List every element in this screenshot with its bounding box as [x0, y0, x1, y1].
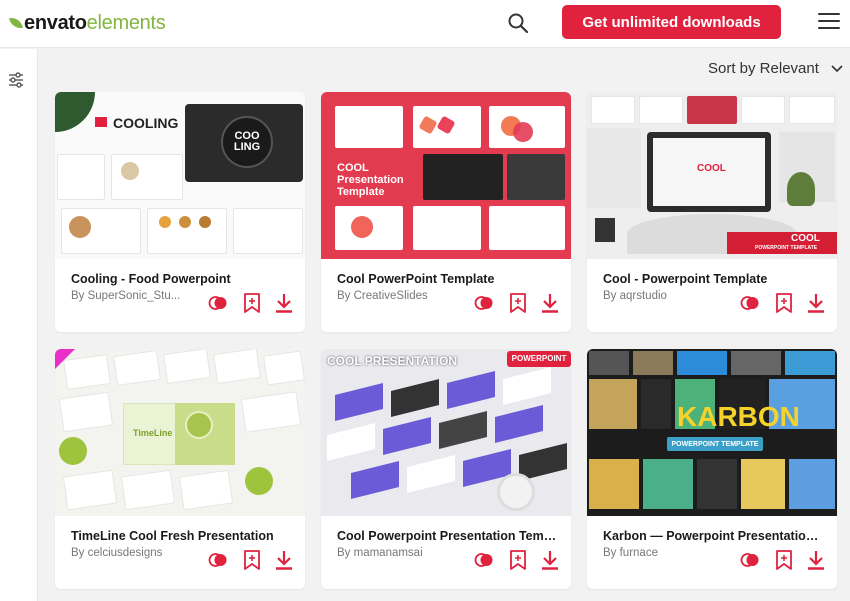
- item-card[interactable]: TimeLine TimeLine Cool Fresh Presentatio…: [55, 349, 305, 589]
- item-author[interactable]: By SuperSonic_Stu...: [71, 290, 199, 302]
- item-author[interactable]: By celciusdesigns: [71, 547, 199, 559]
- bookmark-add-icon[interactable]: [241, 549, 263, 571]
- item-actions: [207, 292, 297, 316]
- search-icon[interactable]: [506, 11, 530, 35]
- bookmark-add-icon[interactable]: [241, 292, 263, 314]
- thumbnail-badge: POWERPOINT: [511, 354, 567, 363]
- download-icon[interactable]: [805, 292, 827, 314]
- item-title[interactable]: Cool - Powerpoint Template: [603, 272, 823, 286]
- item-card[interactable]: COOLING COO LING Cooling - Food Powerpoi…: [55, 92, 305, 332]
- item-author[interactable]: By mamanamsai: [337, 547, 465, 559]
- item-actions: [473, 549, 563, 573]
- leaf-icon: [9, 16, 23, 30]
- chevron-down-icon: [831, 65, 843, 73]
- item-card[interactable]: COOL PRESENTATION POWERPOINT Cool Powerp…: [321, 349, 571, 589]
- collection-icon[interactable]: [207, 549, 229, 571]
- item-title[interactable]: TimeLine Cool Fresh Presentation: [71, 529, 291, 543]
- thumbnail-title: COOL PRESENTATION: [327, 354, 458, 368]
- item-thumbnail[interactable]: TimeLine: [55, 349, 305, 516]
- thumbnail-title: TimeLine: [133, 428, 173, 438]
- bookmark-add-icon[interactable]: [773, 549, 795, 571]
- item-title[interactable]: Karbon — Powerpoint Presentation T...: [603, 529, 823, 543]
- item-thumbnail[interactable]: COOL PRESENTATION POWERPOINT: [321, 349, 571, 516]
- filter-sidebar: [0, 49, 38, 601]
- thumbnail-title: KARBON: [677, 401, 800, 432]
- item-actions: [207, 549, 297, 573]
- collection-icon[interactable]: [739, 292, 761, 314]
- top-header: envatoelements Get unlimited downloads: [0, 0, 850, 48]
- item-title[interactable]: Cooling - Food Powerpoint: [71, 272, 291, 286]
- thumbnail-subtitle: POWERPOINT TEMPLATE: [755, 245, 818, 251]
- item-actions: [739, 549, 829, 573]
- thumbnail-badge: COO LING: [233, 130, 261, 153]
- item-author[interactable]: By CreativeSlides: [337, 290, 465, 302]
- item-actions: [739, 292, 829, 316]
- filter-icon[interactable]: [7, 71, 25, 89]
- item-card[interactable]: KARBON POWERPOINT TEMPLATE Karbon — Powe…: [587, 349, 837, 589]
- item-card[interactable]: COOL Presentation Template Cool PowerPoi…: [321, 92, 571, 332]
- item-title[interactable]: Cool Powerpoint Presentation Templ...: [337, 529, 557, 543]
- item-card[interactable]: COOL COOL POWERPOINT TEMPLATE Cool - Pow…: [587, 92, 837, 332]
- collection-icon[interactable]: [207, 292, 229, 314]
- collection-icon[interactable]: [473, 549, 495, 571]
- download-icon[interactable]: [273, 292, 295, 314]
- get-unlimited-downloads-button[interactable]: Get unlimited downloads: [562, 5, 781, 39]
- bookmark-add-icon[interactable]: [773, 292, 795, 314]
- item-actions: [473, 292, 563, 316]
- menu-icon[interactable]: [818, 13, 840, 31]
- collection-icon[interactable]: [739, 549, 761, 571]
- thumbnail-title: COOL Presentation Template: [337, 162, 404, 199]
- bookmark-add-icon[interactable]: [507, 549, 529, 571]
- item-thumbnail[interactable]: COOL COOL POWERPOINT TEMPLATE: [587, 92, 837, 259]
- download-icon[interactable]: [539, 292, 561, 314]
- sort-dropdown[interactable]: Sort by Relevant: [708, 58, 843, 78]
- bookmark-add-icon[interactable]: [507, 292, 529, 314]
- envato-elements-logo[interactable]: envatoelements: [9, 10, 166, 36]
- logo-text: envatoelements: [24, 11, 166, 34]
- download-icon[interactable]: [539, 549, 561, 571]
- item-thumbnail[interactable]: COOL Presentation Template: [321, 92, 571, 259]
- download-icon[interactable]: [805, 549, 827, 571]
- item-title[interactable]: Cool PowerPoint Template: [337, 272, 557, 286]
- item-thumbnail[interactable]: COOLING COO LING: [55, 92, 305, 259]
- download-icon[interactable]: [273, 549, 295, 571]
- thumbnail-title: COOL: [791, 233, 820, 244]
- thumbnail-subtitle: POWERPOINT TEMPLATE: [671, 440, 759, 448]
- item-author[interactable]: By aqrstudio: [603, 290, 731, 302]
- sort-label: Sort by Relevant: [708, 59, 819, 77]
- item-author[interactable]: By furnace: [603, 547, 731, 559]
- thumbnail-title: COOLING: [113, 115, 179, 131]
- item-thumbnail[interactable]: KARBON POWERPOINT TEMPLATE: [587, 349, 837, 516]
- collection-icon[interactable]: [473, 292, 495, 314]
